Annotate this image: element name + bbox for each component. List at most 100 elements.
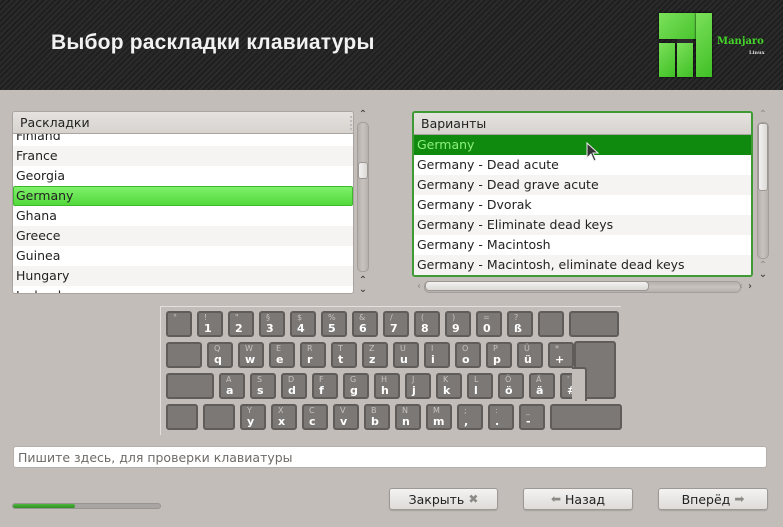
keyboard-key: & 6 [352, 311, 378, 337]
key-shift-label: F [319, 375, 324, 384]
key-shift-label: * [555, 344, 559, 353]
layout-list-item[interactable]: Finland [13, 134, 353, 146]
key-shift-label: ; [464, 406, 467, 415]
keyboard-key [203, 404, 235, 430]
variant-list-item[interactable]: Germany - Dead grave acute [414, 175, 751, 195]
keyboard-key: ;, [457, 404, 483, 430]
scroll-right-arrow-icon[interactable]: › [743, 282, 757, 292]
layouts-header-label: Раскладки [20, 115, 90, 130]
keyboard-key: _ - [519, 404, 545, 430]
variant-list-item[interactable]: Germany - Eliminate dead keys [414, 215, 751, 235]
key-shift-label: ? [514, 313, 519, 322]
header-banner: Выбор раскладки клавиатуры Manjaro Linux [0, 0, 783, 90]
keyboard-key: * + [548, 342, 574, 368]
scroll-thumb[interactable] [425, 281, 649, 291]
arrow-left-icon: ⬅ [550, 492, 562, 506]
layout-list-item[interactable]: France [13, 146, 353, 166]
key-shift-label: T [338, 344, 343, 353]
keyboard-key: Dd [281, 373, 307, 399]
keyboard-test-input[interactable] [13, 446, 767, 468]
key-label: f [319, 384, 324, 397]
close-button[interactable]: Закрыть ✖ [389, 488, 498, 510]
layouts-list[interactable]: Раскладки Finland France Georgia Germany Gha… [12, 111, 354, 294]
keyboard-key: Qq [207, 342, 233, 368]
keyboard-key: Kk [436, 373, 462, 399]
variants-scrollbar[interactable]: ⌃ ⌃ ⌄ [756, 109, 770, 281]
next-button[interactable]: Вперёд ➡ [658, 488, 768, 510]
keyboard-key: ) 9 [445, 311, 471, 337]
key-label: ß [514, 322, 522, 335]
keyboard-key: " 2 [228, 311, 254, 337]
keyboard-key [569, 311, 619, 337]
key-label: x [278, 415, 286, 428]
key-label: i [431, 353, 435, 366]
mouse-pointer-icon [586, 142, 600, 162]
key-shift-label: M [433, 406, 440, 415]
progress-fill [13, 504, 75, 508]
layout-list-item[interactable]: Hungary [13, 266, 353, 286]
key-shift-label: % [328, 313, 336, 322]
variant-list-item[interactable]: Germany - Dvorak [414, 195, 751, 215]
layout-list-item[interactable]: Germany [13, 186, 353, 206]
scroll-up-arrow-icon[interactable]: ⌃ [756, 110, 770, 120]
key-shift-label: & [359, 313, 366, 322]
key-shift-label: § [266, 313, 270, 322]
key-label: . [495, 415, 500, 428]
key-label: 1 [204, 322, 212, 335]
key-shift-label: ! [204, 313, 208, 322]
variant-list-item[interactable]: Germany - Dead acute [414, 155, 751, 175]
scroll-thumb[interactable] [358, 162, 368, 179]
keyboard-key: Ww [238, 342, 264, 368]
key-shift-label: W [245, 344, 253, 353]
key-label: b [371, 415, 379, 428]
key-label: u [400, 353, 408, 366]
variant-list-item[interactable]: Germany [414, 135, 751, 155]
install-progress-bar [12, 503, 161, 509]
layouts-scrollbar[interactable]: ⌃ ⌃ ⌄ [356, 109, 370, 296]
keyboard-key: Mm [426, 404, 452, 430]
key-shift-label: Ä [536, 375, 542, 384]
key-label: 6 [359, 322, 367, 335]
layout-list-item[interactable]: Guinea [13, 246, 353, 266]
key-shift-label: H [381, 375, 388, 384]
variant-list-item[interactable]: Germany - Macintosh [414, 235, 751, 255]
layout-list-item[interactable]: Georgia [13, 166, 353, 186]
keyboard-key: ? ß [507, 311, 533, 337]
keyboard-key: Xx [271, 404, 297, 430]
back-button[interactable]: ⬅ Назад [523, 488, 633, 510]
variants-column-header[interactable]: Варианты [414, 113, 751, 135]
layout-list-item[interactable]: Greece [13, 226, 353, 246]
key-shift-label: ) [452, 313, 456, 322]
keyboard-key [166, 404, 198, 430]
keyboard-key: Ee [269, 342, 295, 368]
scroll-up-arrow-icon[interactable]: ⌃ [356, 110, 370, 120]
key-label: q [214, 353, 222, 366]
variants-list[interactable]: Варианты Germany Germany - Dead acute Germ… [412, 111, 753, 277]
key-label: 9 [452, 322, 460, 335]
layout-list-item[interactable]: Ghana [13, 206, 353, 226]
close-button-label: Закрыть [408, 491, 465, 507]
key-label: 7 [390, 322, 398, 335]
layouts-column-header[interactable]: Раскладки [13, 112, 353, 134]
key-label: , [464, 415, 469, 428]
back-button-label: Назад [565, 491, 606, 507]
enter-key-notch [572, 367, 587, 401]
keyboard-key: Ff [312, 373, 338, 399]
scroll-track[interactable] [357, 122, 369, 272]
keyboard-key: Vv [333, 404, 359, 430]
keyboard-key: Gg [343, 373, 369, 399]
variants-list-body: Germany Germany - Dead acute Germany - Dea… [414, 135, 751, 275]
scroll-down-arrow-icon[interactable]: ⌄ [756, 270, 770, 280]
variant-list-item[interactable]: Germany - Macintosh, eliminate dead keys [414, 255, 751, 275]
scroll-thumb[interactable] [758, 123, 768, 191]
key-label: c [309, 415, 316, 428]
variants-horizontal-scrollbar[interactable]: ‹ ‹ › [412, 280, 757, 294]
keyboard-key: Pp [486, 342, 512, 368]
column-resize-handle[interactable] [350, 116, 352, 130]
keyboard-key: % 5 [321, 311, 347, 337]
scroll-down-arrow-icon[interactable]: ⌄ [356, 285, 370, 295]
key-label: k [443, 384, 451, 397]
key-label: ä [536, 384, 544, 397]
keyboard-key: = 0 [476, 311, 502, 337]
layout-list-item[interactable]: Iceland [13, 286, 353, 293]
